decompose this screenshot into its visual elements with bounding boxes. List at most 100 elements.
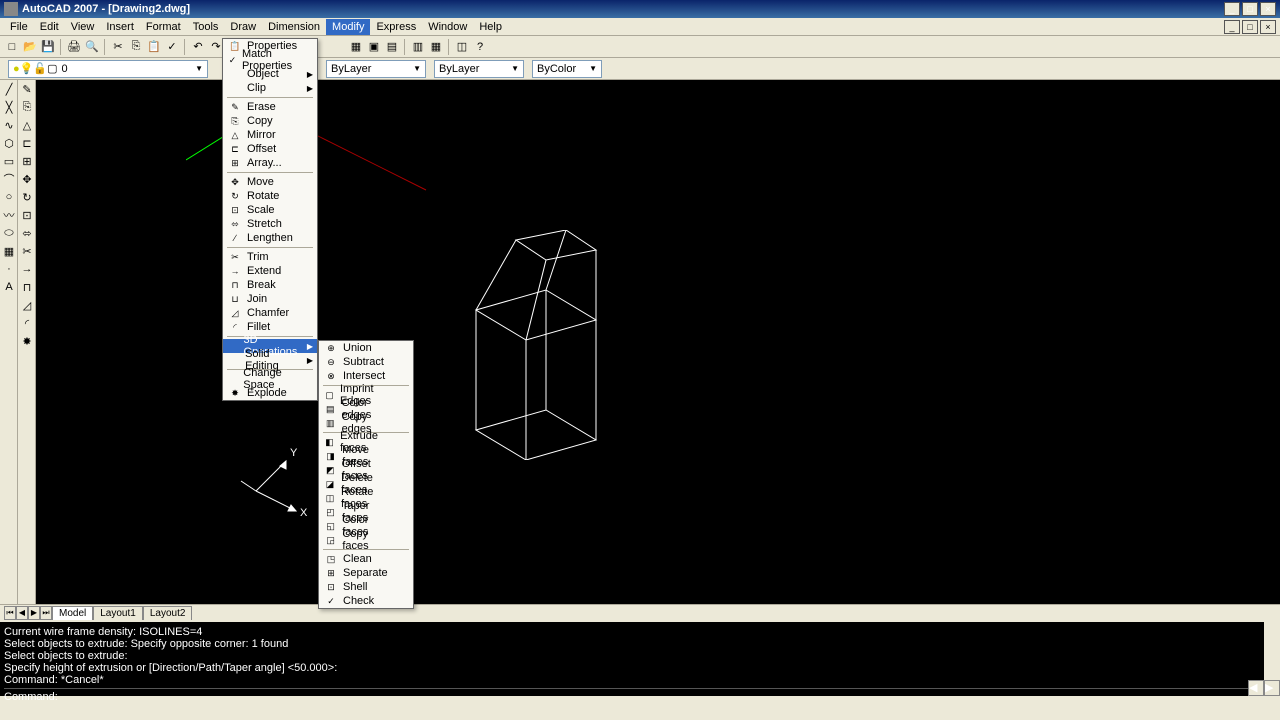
text-icon[interactable]: A — [1, 279, 17, 295]
copy2-icon[interactable]: ⎘ — [19, 99, 35, 115]
ellipse-icon[interactable]: ⬭ — [1, 225, 17, 241]
layer-dropdown[interactable]: ●💡🔓▢ 0 ▼ — [8, 60, 208, 78]
modify-trim[interactable]: ✂Trim — [223, 250, 317, 264]
copy-icon[interactable]: ⎘ — [128, 39, 144, 55]
modify-copy[interactable]: ⎘Copy — [223, 114, 317, 128]
modify-erase[interactable]: ✎Erase — [223, 100, 317, 114]
modify-offset[interactable]: ⊏Offset — [223, 142, 317, 156]
solidedit-check[interactable]: ✓Check — [319, 594, 413, 608]
close-button[interactable]: × — [1260, 2, 1276, 16]
modify-extend[interactable]: →Extend — [223, 264, 317, 278]
modify-move[interactable]: ✥Move — [223, 175, 317, 189]
modify-rotate[interactable]: ↻Rotate — [223, 189, 317, 203]
save-icon[interactable]: 💾 — [40, 39, 56, 55]
pline-icon[interactable]: ∿ — [1, 117, 17, 133]
modify-chamfer[interactable]: ◿Chamfer — [223, 306, 317, 320]
rect-icon[interactable]: ▭ — [1, 153, 17, 169]
cmd-vscroll[interactable] — [1264, 622, 1280, 682]
menu-edit[interactable]: Edit — [34, 19, 65, 35]
solidedit-union[interactable]: ⊕Union — [319, 341, 413, 355]
offset-icon[interactable]: ⊏ — [19, 135, 35, 151]
modify-object[interactable]: Object▶ — [223, 67, 317, 81]
menu-help[interactable]: Help — [473, 19, 508, 35]
block-icon[interactable]: ▦ — [348, 39, 364, 55]
maximize-button[interactable]: □ — [1242, 2, 1258, 16]
props-icon[interactable]: ◫ — [454, 39, 470, 55]
solidedit-clean[interactable]: ◳Clean — [319, 552, 413, 566]
tab-first-button[interactable]: ⏮ — [4, 606, 16, 620]
solidedit-copy-edges[interactable]: ▥Copy edges — [319, 416, 413, 430]
calc-icon[interactable]: ▦ — [428, 39, 444, 55]
menu-express[interactable]: Express — [370, 19, 422, 35]
cut-icon[interactable]: ✂ — [110, 39, 126, 55]
menu-insert[interactable]: Insert — [100, 19, 140, 35]
image-icon[interactable]: ▤ — [384, 39, 400, 55]
mirror-icon[interactable]: △ — [19, 117, 35, 133]
erase-icon[interactable]: ✎ — [19, 81, 35, 97]
help-icon[interactable]: ? — [472, 39, 488, 55]
modify-scale[interactable]: ⊡Scale — [223, 203, 317, 217]
modify-array-[interactable]: ⊞Array... — [223, 156, 317, 170]
open-icon[interactable]: 📂 — [22, 39, 38, 55]
cmd-scroll-left[interactable]: ◀ — [1248, 680, 1264, 696]
modify-break[interactable]: ⊓Break — [223, 278, 317, 292]
menu-window[interactable]: Window — [422, 19, 473, 35]
command-prompt[interactable]: Command: — [4, 691, 1276, 703]
modify-mirror[interactable]: △Mirror — [223, 128, 317, 142]
arc-icon[interactable]: ⌒ — [1, 171, 17, 187]
doc-close-button[interactable]: × — [1260, 20, 1276, 34]
tab-next-button[interactable]: ▶ — [28, 606, 40, 620]
modify-match-properties[interactable]: ✓Match Properties — [223, 53, 317, 67]
chamfer-icon[interactable]: ◿ — [19, 297, 35, 313]
minimize-button[interactable]: _ — [1224, 2, 1240, 16]
line-icon[interactable]: ╱ — [1, 81, 17, 97]
preview-icon[interactable]: 🔍 — [84, 39, 100, 55]
modify-clip[interactable]: Clip▶ — [223, 81, 317, 95]
modify-lengthen[interactable]: ∕Lengthen — [223, 231, 317, 245]
menu-view[interactable]: View — [65, 19, 101, 35]
polygon-icon[interactable]: ⬡ — [1, 135, 17, 151]
solidedit-subtract[interactable]: ⊖Subtract — [319, 355, 413, 369]
plot-icon[interactable]: 🖨 — [66, 39, 82, 55]
doc-maximize-button[interactable]: □ — [1242, 20, 1258, 34]
extend-icon[interactable]: → — [19, 261, 35, 277]
menu-format[interactable]: Format — [140, 19, 187, 35]
circle-icon[interactable]: ○ — [1, 189, 17, 205]
tool-icon[interactable]: ▥ — [410, 39, 426, 55]
tab-layout1[interactable]: Layout1 — [93, 606, 143, 620]
xref-icon[interactable]: ▣ — [366, 39, 382, 55]
solidedit-separate[interactable]: ⊞Separate — [319, 566, 413, 580]
scale-icon[interactable]: ⊡ — [19, 207, 35, 223]
array-icon[interactable]: ⊞ — [19, 153, 35, 169]
hatch-icon[interactable]: ▦ — [1, 243, 17, 259]
rotate-icon[interactable]: ↻ — [19, 189, 35, 205]
cmd-scroll-right[interactable]: ▶ — [1264, 680, 1280, 696]
modify-fillet[interactable]: ◜Fillet — [223, 320, 317, 334]
tab-layout2[interactable]: Layout2 — [143, 606, 193, 620]
modify-join[interactable]: ⊔Join — [223, 292, 317, 306]
menu-dimension[interactable]: Dimension — [262, 19, 326, 35]
modify-solid-editing[interactable]: Solid Editing▶ — [223, 353, 317, 367]
linetype-dropdown[interactable]: ByLayer▼ — [326, 60, 426, 78]
modify-explode[interactable]: ✸Explode — [223, 386, 317, 400]
new-icon[interactable]: □ — [4, 39, 20, 55]
spline-icon[interactable]: 〰 — [1, 207, 17, 223]
undo-icon[interactable]: ↶ — [190, 39, 206, 55]
color-dropdown[interactable]: ByColor▼ — [532, 60, 602, 78]
tab-model[interactable]: Model — [52, 606, 93, 620]
menu-draw[interactable]: Draw — [224, 19, 262, 35]
menu-file[interactable]: File — [4, 19, 34, 35]
point-icon[interactable]: · — [1, 261, 17, 277]
modify-change-space[interactable]: Change Space — [223, 372, 317, 386]
lineweight-dropdown[interactable]: ByLayer▼ — [434, 60, 524, 78]
explode-icon[interactable]: ✸ — [19, 333, 35, 349]
fillet-icon[interactable]: ◜ — [19, 315, 35, 331]
solidedit-copy-faces[interactable]: ◲Copy faces — [319, 533, 413, 547]
break-icon[interactable]: ⊓ — [19, 279, 35, 295]
stretch-icon[interactable]: ⬄ — [19, 225, 35, 241]
solidedit-intersect[interactable]: ⊗Intersect — [319, 369, 413, 383]
doc-minimize-button[interactable]: _ — [1224, 20, 1240, 34]
match-icon[interactable]: ✓ — [164, 39, 180, 55]
tab-last-button[interactable]: ⏭ — [40, 606, 52, 620]
tab-prev-button[interactable]: ◀ — [16, 606, 28, 620]
